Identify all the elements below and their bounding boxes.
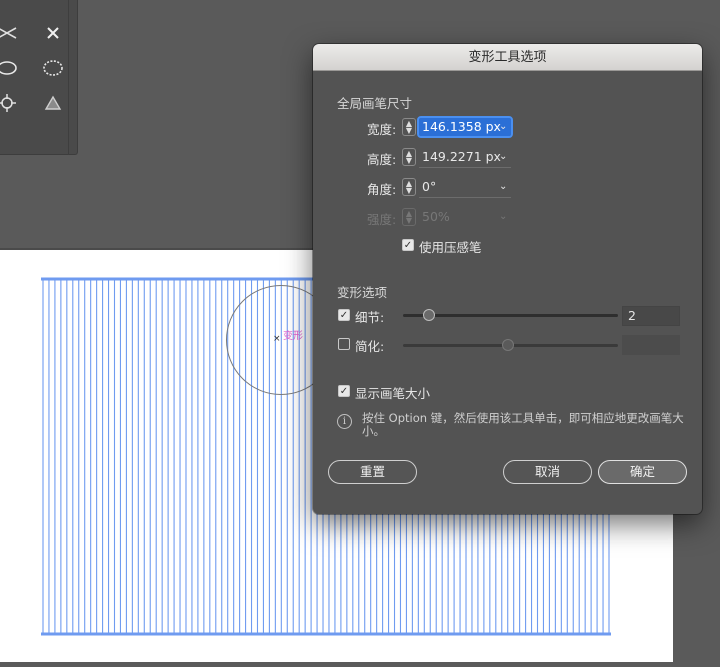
use-pressure-pen-checkbox[interactable]: ✓	[402, 239, 414, 251]
height-stepper[interactable]: ▲ ▼	[402, 148, 416, 166]
simplify-value-field[interactable]	[622, 335, 680, 355]
close-icon[interactable]	[40, 20, 66, 46]
scissors-icon[interactable]	[0, 20, 20, 46]
triangle-icon[interactable]	[40, 90, 66, 116]
chevron-down-icon[interactable]: ⌄	[499, 208, 507, 226]
global-brush-size-heading: 全局画笔尺寸	[337, 96, 413, 111]
intensity-field[interactable]: 50%	[419, 208, 511, 226]
detail-label: 细节:	[355, 310, 385, 325]
chevron-down-icon[interactable]: ⌄	[499, 148, 507, 166]
detail-value-field[interactable]: 2	[622, 306, 680, 326]
dialog-title: 变形工具选项	[313, 44, 702, 71]
simplify-label: 简化:	[355, 339, 385, 354]
info-icon: i	[337, 414, 352, 429]
angle-field[interactable]: 0°	[419, 178, 511, 196]
width-stepper[interactable]: ▲ ▼	[402, 118, 416, 136]
angle-field-underline	[419, 197, 511, 198]
intensity-stepper[interactable]: ▲ ▼	[402, 208, 416, 226]
use-pressure-pen-label: 使用压感笔	[419, 240, 482, 255]
show-brush-size-checkbox[interactable]: ✓	[338, 385, 350, 397]
height-field-underline	[419, 167, 511, 168]
detail-checkbox[interactable]: ✓	[338, 309, 350, 321]
show-brush-size-label: 显示画笔大小	[355, 386, 431, 401]
simplify-checkbox[interactable]	[338, 338, 350, 350]
tools-panel	[0, 0, 78, 155]
cancel-button[interactable]: 取消	[503, 460, 592, 484]
brush-center-mark: ×	[273, 334, 281, 344]
intensity-label: 强度:	[367, 212, 397, 227]
warp-ellipse-icon[interactable]	[40, 55, 66, 81]
height-label: 高度:	[367, 152, 397, 167]
chevron-down-icon[interactable]: ⌄	[499, 178, 507, 196]
height-field[interactable]: 149.2271 px	[419, 148, 511, 166]
detail-slider-track[interactable]	[403, 314, 618, 317]
chevron-down-icon[interactable]: ⌄	[499, 118, 507, 136]
ok-button[interactable]: 确定	[598, 460, 687, 484]
tools-divider	[68, 0, 69, 155]
angle-label: 角度:	[367, 182, 397, 197]
simplify-slider-thumb[interactable]	[502, 339, 514, 351]
crosshair-icon[interactable]	[0, 90, 20, 116]
angle-stepper[interactable]: ▲ ▼	[402, 178, 416, 196]
detail-slider-thumb[interactable]	[423, 309, 435, 321]
width-label: 宽度:	[367, 122, 397, 137]
warp-tool-options-dialog: 变形工具选项 全局画笔尺寸 宽度: ▲ ▼ 146.1358 px ⌄ 高度: ▲…	[313, 44, 702, 514]
ellipse-icon[interactable]	[0, 55, 20, 81]
reset-button[interactable]: 重置	[328, 460, 417, 484]
info-text: 按住 Option 键，然后使用该工具单击，即可相应地更改画笔大小。	[362, 411, 684, 438]
brush-cursor-label: 变形	[283, 331, 303, 342]
width-field[interactable]: 146.1358 px	[417, 116, 513, 138]
warp-options-heading: 变形选项	[337, 285, 388, 300]
